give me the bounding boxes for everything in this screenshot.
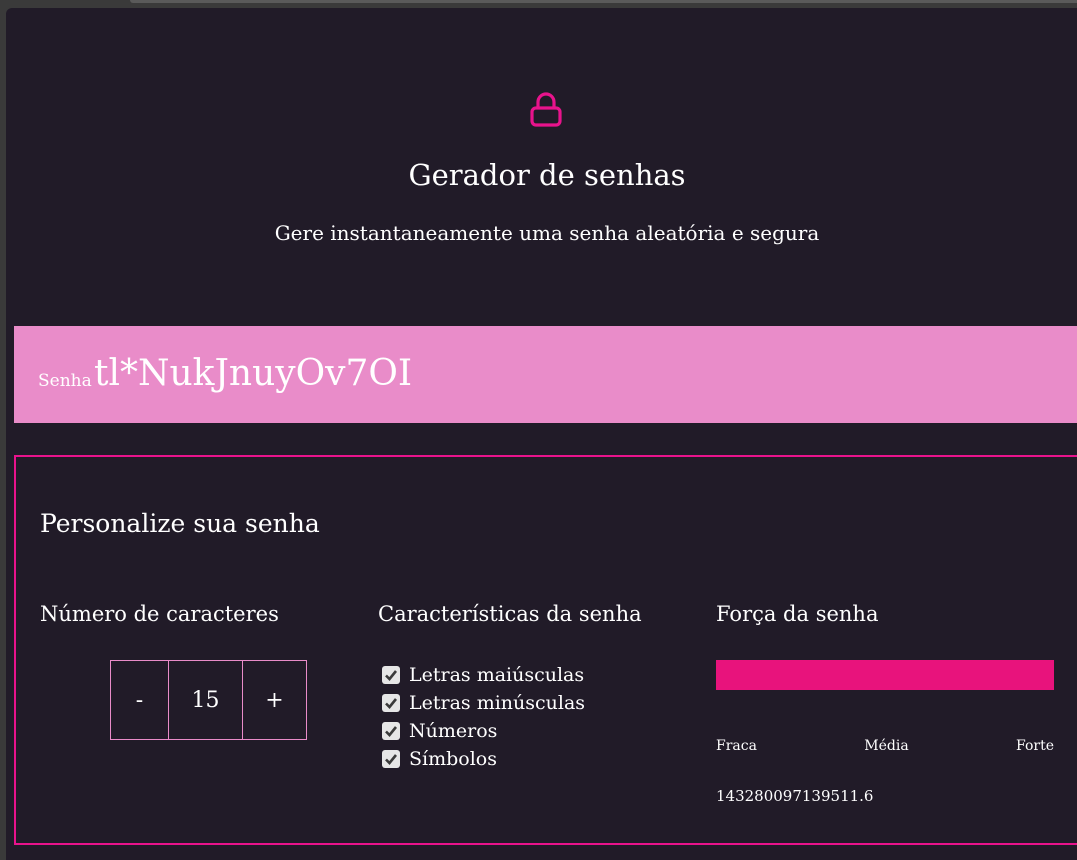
- option-lowercase[interactable]: Letras minúsculas: [382, 689, 585, 717]
- option-label: Números: [409, 720, 498, 742]
- lock-icon: [530, 92, 562, 127]
- browser-top-edge: [0, 0, 1077, 8]
- strength-labels: Fraca Média Forte: [716, 737, 1054, 755]
- password-label: Senha: [38, 371, 92, 391]
- option-symbols[interactable]: Símbolos: [382, 745, 585, 773]
- customize-title: Personalize sua senha: [40, 509, 320, 538]
- option-uppercase[interactable]: Letras maiúsculas: [382, 661, 585, 689]
- length-stepper: - 15 +: [110, 660, 307, 740]
- decrement-button[interactable]: -: [111, 661, 169, 739]
- option-label: Símbolos: [409, 748, 497, 770]
- length-value: 15: [169, 661, 243, 739]
- check-icon: [385, 670, 398, 681]
- strength-label-strong: Forte: [1016, 738, 1054, 754]
- customize-panel: Personalize sua senha Número de caracter…: [14, 455, 1077, 845]
- strength-score: 143280097139511.6: [716, 787, 874, 805]
- increment-button[interactable]: +: [243, 661, 306, 739]
- option-label: Letras minúsculas: [409, 692, 586, 714]
- browser-tab-strip: [130, 0, 1077, 3]
- strength-label-medium: Média: [864, 738, 909, 754]
- strength-label-weak: Fraca: [716, 738, 757, 754]
- lowercase-checkbox[interactable]: [382, 694, 400, 712]
- password-display: Senha tl*NukJnuyOv7OI: [14, 326, 1077, 423]
- password-value[interactable]: tl*NukJnuyOv7OI: [94, 353, 412, 395]
- app-page: Gerador de senhas Gere instantaneamente …: [6, 8, 1077, 860]
- page-subtitle: Gere instantaneamente uma senha aleatóri…: [274, 221, 820, 245]
- check-icon: [385, 754, 398, 765]
- numbers-checkbox[interactable]: [382, 722, 400, 740]
- uppercase-checkbox[interactable]: [382, 666, 400, 684]
- strength-meter: [716, 660, 1054, 690]
- option-numbers[interactable]: Números: [382, 717, 585, 745]
- features-list: Letras maiúsculas Letras minúsculas Núme…: [382, 661, 585, 773]
- check-icon: [385, 726, 398, 737]
- option-label: Letras maiúsculas: [409, 664, 585, 686]
- symbols-checkbox[interactable]: [382, 750, 400, 768]
- page-title: Gerador de senhas: [408, 158, 686, 192]
- length-heading: Número de caracteres: [40, 602, 279, 626]
- check-icon: [385, 698, 398, 709]
- strength-heading: Força da senha: [716, 602, 879, 626]
- features-heading: Características da senha: [378, 602, 642, 626]
